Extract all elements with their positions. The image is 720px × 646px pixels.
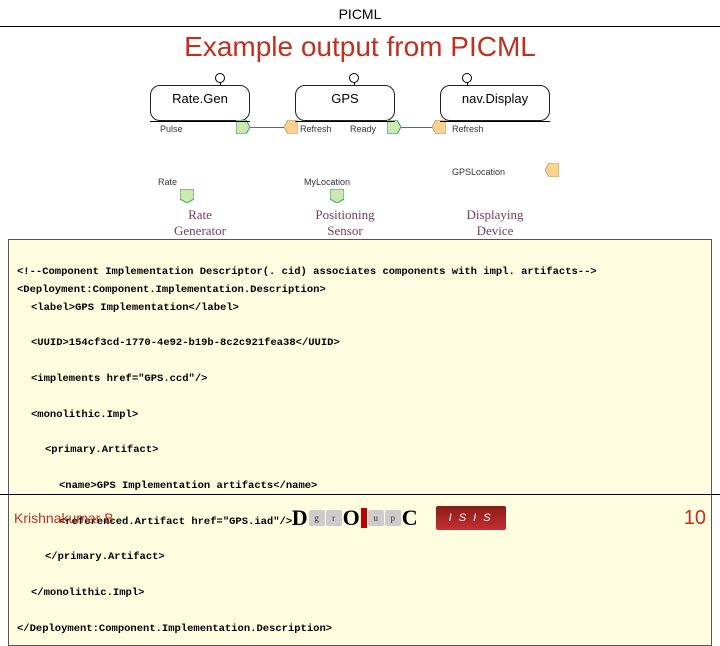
author-name: Krishnakumar B (14, 510, 114, 526)
port-label: Refresh (452, 124, 484, 134)
logo-cell: p (385, 510, 401, 526)
caption-text: Rate Generator (174, 207, 226, 238)
port-label: Pulse (160, 124, 183, 134)
component-gps-name: GPS (296, 86, 394, 109)
lollipop-icon (462, 73, 472, 83)
code-line: <implements href="GPS.ccd"/> (17, 371, 703, 389)
port-icon (432, 120, 446, 134)
lollipop-icon (349, 73, 359, 83)
header-title: PICML (0, 6, 720, 22)
lollipop-stem (467, 83, 468, 86)
logo-letter: D (292, 505, 308, 531)
caption-text: Positioning Sensor (315, 207, 374, 238)
code-line: </Deployment:Component.Implementation.De… (17, 623, 332, 635)
logo-doc: D g r O u p C (292, 505, 418, 531)
code-line: <Deployment:Component.Implementation.Des… (17, 284, 326, 296)
logo-letter: C (402, 505, 418, 531)
component-gps: GPS (295, 85, 395, 121)
component-divider (295, 121, 395, 122)
code-line: <primary.Artifact> (17, 442, 703, 460)
component-divider (150, 121, 250, 122)
logo-cell: u (368, 510, 384, 526)
component-rategen-name: Rate.Gen (151, 86, 249, 109)
component-navdisplay-name: nav.Display (441, 86, 549, 109)
lollipop-stem (220, 83, 221, 86)
port-label: Refresh (300, 124, 332, 134)
footer-rule (0, 494, 720, 495)
component-divider (440, 121, 550, 122)
component-navdisplay: nav.Display (440, 85, 550, 121)
port-icon (387, 120, 401, 134)
caption-navdisplay: Displaying Device (445, 207, 545, 239)
code-block: <!--Component Implementation Descriptor(… (8, 239, 712, 646)
code-line: <UUID>154cf3cd-1770-4e92-b19b-8c2c921fea… (17, 335, 703, 353)
port-icon (330, 189, 344, 203)
code-line: </primary.Artifact> (17, 549, 703, 567)
page-number: 10 (684, 507, 706, 530)
header: PICML (0, 0, 720, 27)
code-line: <label>GPS Implementation</label> (17, 300, 703, 318)
caption-rategen: Rate Generator (150, 207, 250, 239)
port-icon (545, 163, 559, 177)
connector (401, 127, 432, 128)
code-line: <!--Component Implementation Descriptor(… (17, 266, 597, 278)
port-label: MyLocation (304, 177, 350, 187)
logo-cell: r (326, 510, 342, 526)
port-label: Ready (350, 124, 376, 134)
code-line: </monolithic.Impl> (17, 585, 703, 603)
port-icon (236, 120, 250, 134)
port-icon (284, 120, 298, 134)
footer: Krishnakumar B D g r O u p C I S I S 10 (0, 494, 720, 534)
port-icon (180, 189, 194, 203)
code-line: <monolithic.Impl> (17, 407, 703, 425)
caption-gps: Positioning Sensor (295, 207, 395, 239)
diagram: Rate.Gen Pulse Rate Rate Generator GPS R… (0, 69, 720, 239)
logo-isis: I S I S (436, 506, 506, 530)
logo-separator (361, 508, 367, 528)
logo-cell: g (309, 510, 325, 526)
port-label: GPSLocation (452, 167, 505, 177)
logo-letter: O (343, 505, 360, 531)
caption-text: Displaying Device (466, 207, 523, 238)
header-rule (0, 26, 720, 27)
component-rategen: Rate.Gen (150, 85, 250, 121)
lollipop-icon (215, 73, 225, 83)
lollipop-stem (354, 83, 355, 86)
connector (250, 127, 284, 128)
slide-title: Example output from PICML (0, 31, 720, 63)
footer-logos: D g r O u p C I S I S (292, 505, 506, 531)
port-label: Rate (158, 177, 177, 187)
